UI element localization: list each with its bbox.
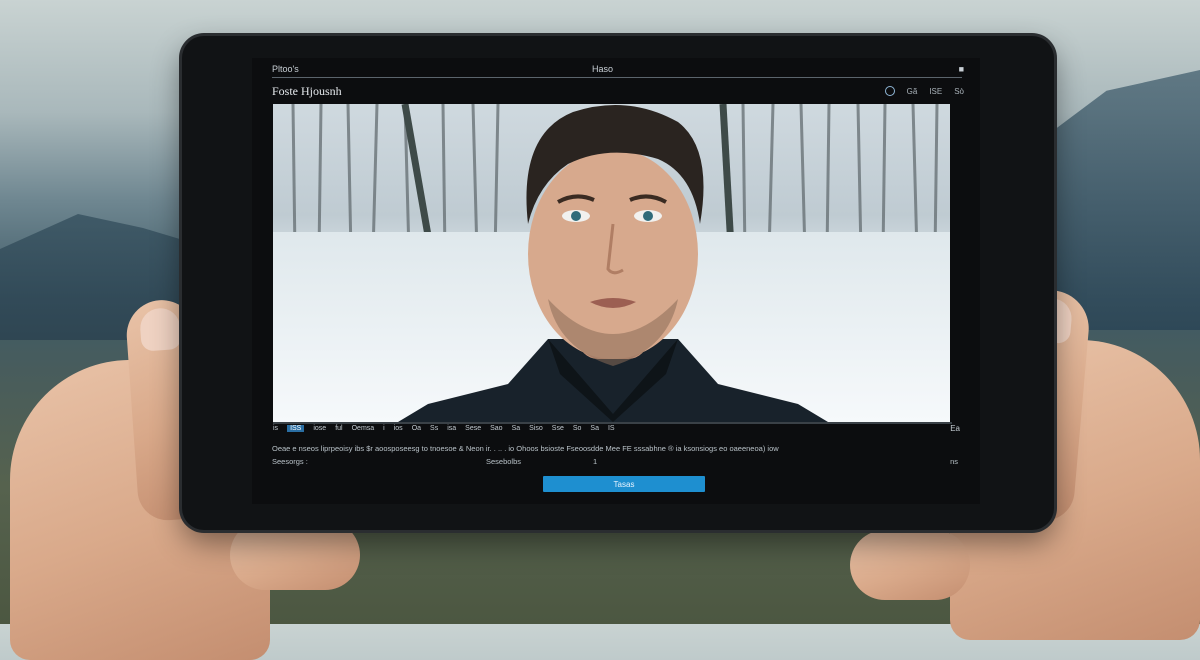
tablet-screen: Pltoo's Haso ■ Foste Hjousnh Gã ISE Sò i… <box>252 58 980 504</box>
meta-left-label: Seesorgs : <box>272 457 308 466</box>
player-controls: is ISS iose ful Oemsa i ios Oa Ss isa Sese Sao Sa Sis… <box>273 422 960 434</box>
left-thumbnail <box>138 306 182 352</box>
player-control-1[interactable]: ISS <box>287 425 305 432</box>
globe-icon[interactable] <box>884 86 895 96</box>
player-control-14[interactable]: Sse <box>552 425 564 432</box>
right-finger <box>850 530 970 600</box>
meta-mid-value: 1 <box>593 457 598 466</box>
person-figure <box>398 104 828 422</box>
status-center-text: Haso <box>592 64 614 74</box>
control-bar: is ISS iose ful Oemsa i ios Oa Ss isa Sese Sao Sa Sis… <box>273 425 615 432</box>
player-control-3[interactable]: ful <box>335 425 342 432</box>
player-control-6[interactable]: ios <box>394 425 403 432</box>
player-control-0[interactable]: is <box>273 425 278 432</box>
video-player[interactable] <box>273 104 950 422</box>
player-control-12[interactable]: Sa <box>512 425 521 432</box>
player-control-5[interactable]: i <box>383 425 385 432</box>
header-divider <box>272 77 962 78</box>
player-control-8[interactable]: Ss <box>430 425 438 432</box>
title-actions: Gã ISE Sò <box>884 86 964 96</box>
progress-track[interactable] <box>273 422 952 424</box>
player-control-7[interactable]: Oa <box>412 425 421 432</box>
title-action-3[interactable]: Sò <box>954 87 964 96</box>
player-control-17[interactable]: IS <box>608 425 615 432</box>
player-control-4[interactable]: Oemsa <box>352 425 375 432</box>
player-control-13[interactable]: Siso <box>529 425 543 432</box>
tablet-device: Pltoo's Haso ■ Foste Hjousnh Gã ISE Sò i… <box>182 36 1054 530</box>
player-control-16[interactable]: Sa <box>590 425 599 432</box>
title-action-2[interactable]: ISE <box>929 87 942 96</box>
timecode: Ea <box>950 424 960 433</box>
status-left-text: Pltoo's <box>272 64 299 74</box>
page-title: Foste Hjousnh <box>272 84 342 98</box>
left-finger <box>230 520 360 590</box>
player-control-11[interactable]: Sao <box>490 425 502 432</box>
status-bar: Pltoo's Haso ■ <box>272 64 964 78</box>
battery-icon: ■ <box>958 64 964 74</box>
title-action-1[interactable]: Gã <box>907 87 918 96</box>
title-row: Foste Hjousnh Gã ISE Sò <box>272 84 964 100</box>
player-control-9[interactable]: isa <box>447 425 456 432</box>
player-control-10[interactable]: Sese <box>465 425 481 432</box>
meta-right-label: ns <box>950 457 958 466</box>
player-control-2[interactable]: iose <box>313 425 326 432</box>
primary-action-button[interactable]: Tasas <box>543 476 705 492</box>
description-text: Oeae e nseos liprpeoisy ibs $r aoosposee… <box>272 444 779 453</box>
meta-mid-label: Sesebolbs <box>486 457 522 466</box>
player-control-15[interactable]: So <box>573 425 582 432</box>
